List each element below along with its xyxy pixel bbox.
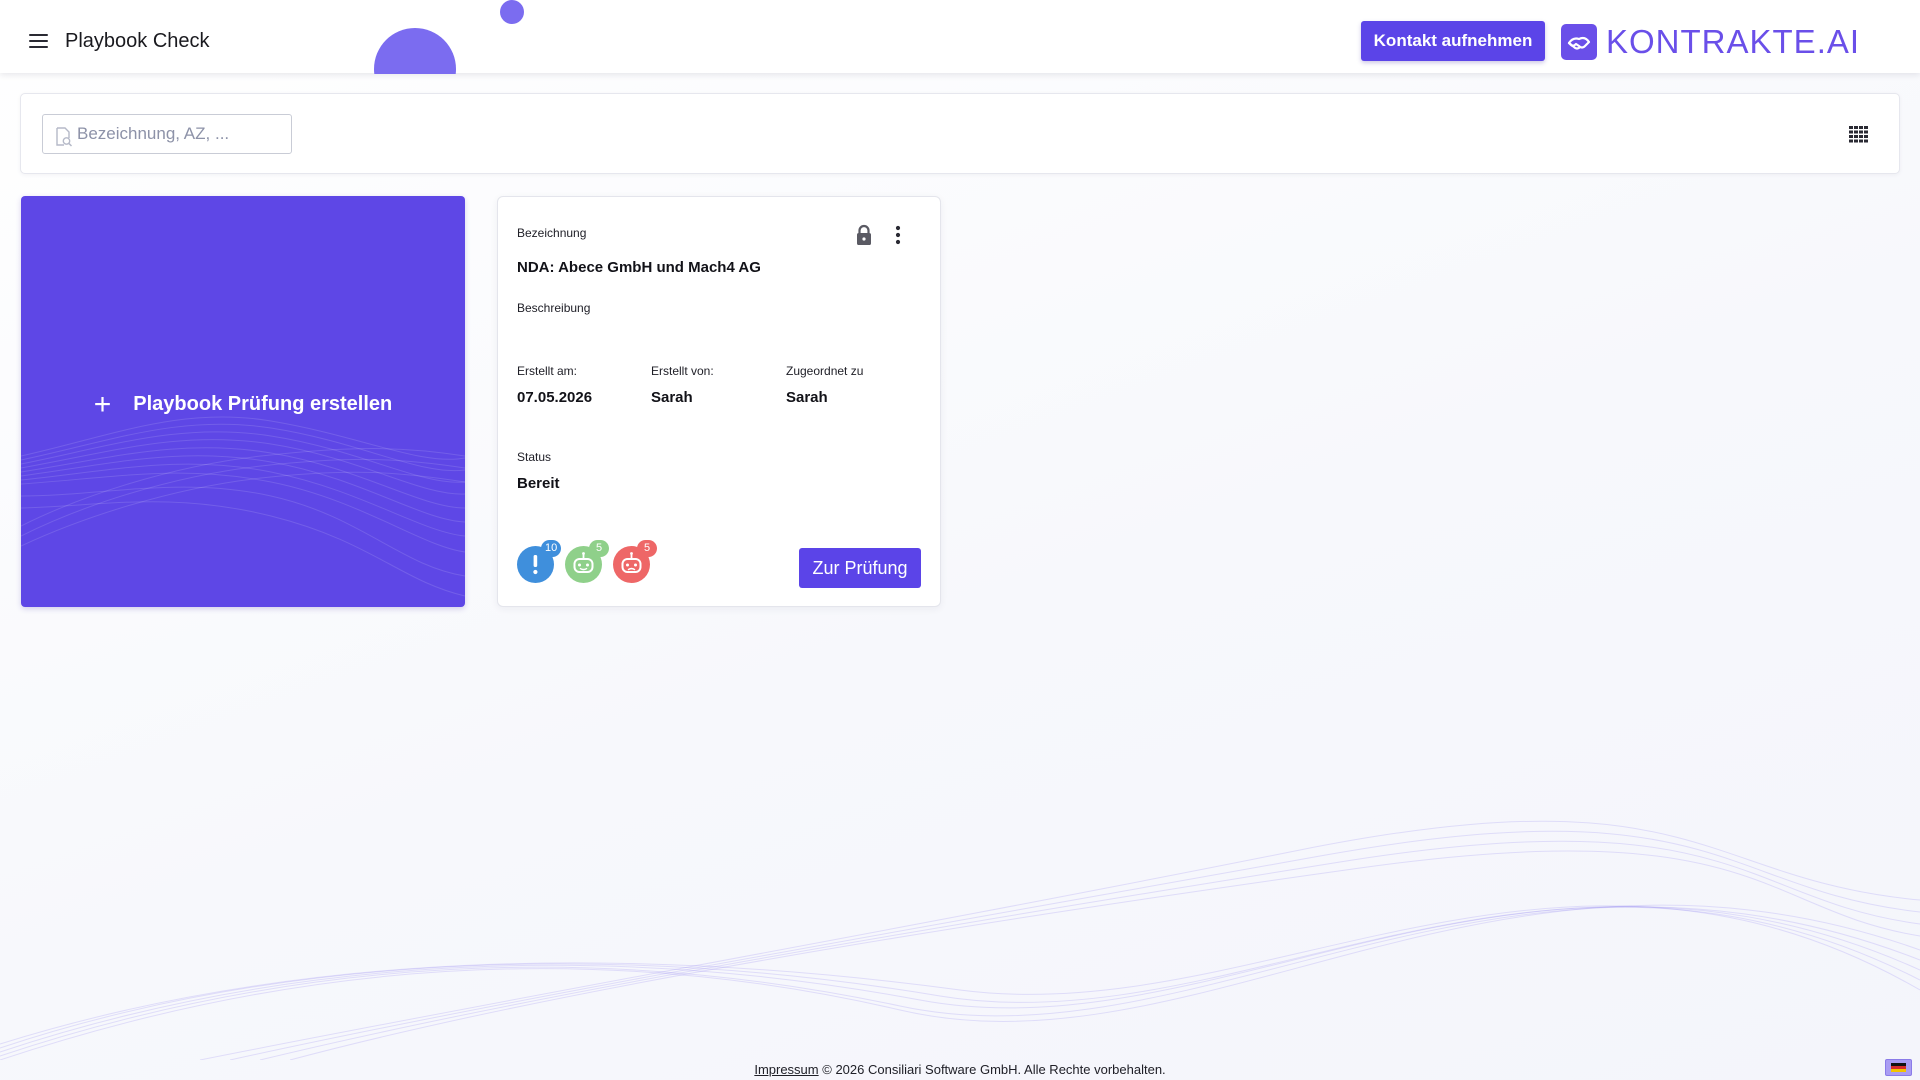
menu-icon[interactable] <box>26 31 52 51</box>
created-by-value: Sarah <box>651 389 693 406</box>
brand-logo-icon[interactable] <box>1561 24 1597 60</box>
plus-icon: + <box>93 388 112 421</box>
created-at-label: Erstellt am: <box>517 364 578 378</box>
findings-count: 10 <box>541 540 562 557</box>
issues-badge[interactable]: 5 <box>613 540 657 583</box>
imprint-link[interactable]: Impressum <box>754 1062 818 1077</box>
copyright-text: © 2026 Consiliari Software GmbH. Alle Re… <box>822 1062 1166 1077</box>
created-by-label: Erstellt von: <box>651 364 714 378</box>
assigned-to-label: Zugeordnet zu <box>786 364 864 378</box>
top-bar: Playbook Check Kontakt aufnehmen KONTRAK… <box>0 0 1920 74</box>
assigned-to-value: Sarah <box>786 389 828 406</box>
grid-view-icon[interactable] <box>1848 124 1870 144</box>
language-flag-icon[interactable] <box>1885 1059 1912 1076</box>
background-wave-pattern <box>0 820 1920 1060</box>
more-options-icon[interactable] <box>891 224 905 246</box>
created-at-value: 07.05.2026 <box>517 389 593 406</box>
decorative-circle-small <box>500 0 524 24</box>
review-button[interactable]: Zur Prüfung <box>799 548 921 588</box>
name-label: Bezeichnung <box>517 226 587 240</box>
playbook-name: NDA: Abece GmbH und Mach4 AG <box>517 259 761 276</box>
status-label: Status <box>517 450 552 464</box>
issues-count: 5 <box>637 540 657 557</box>
status-value: Bereit <box>517 475 560 492</box>
ok-badge[interactable]: 5 <box>565 540 609 583</box>
create-playbook-check-card[interactable]: + Playbook Prüfung erstellen <box>21 196 465 607</box>
lock-icon <box>857 224 871 245</box>
document-search-icon <box>56 127 73 147</box>
filter-toolbar <box>20 93 1900 174</box>
description-label: Beschreibung <box>517 301 591 315</box>
brand-name[interactable]: KONTRAKTE.AI <box>1606 23 1860 61</box>
create-playbook-label: + Playbook Prüfung erstellen <box>21 388 465 422</box>
search-field[interactable] <box>42 114 292 154</box>
findings-badge[interactable]: 10 <box>517 540 562 583</box>
page-title: Playbook Check <box>65 30 210 52</box>
contact-button[interactable]: Kontakt aufnehmen <box>1361 21 1545 61</box>
search-input[interactable] <box>77 115 287 153</box>
create-playbook-text: Playbook Prüfung erstellen <box>133 393 393 415</box>
playbook-check-card: Bezeichnung NDA: Abece GmbH und Mach4 AG… <box>497 196 941 607</box>
footer: Impressum © 2026 Consiliari Software Gmb… <box>0 1062 1920 1077</box>
ok-count: 5 <box>589 540 609 557</box>
